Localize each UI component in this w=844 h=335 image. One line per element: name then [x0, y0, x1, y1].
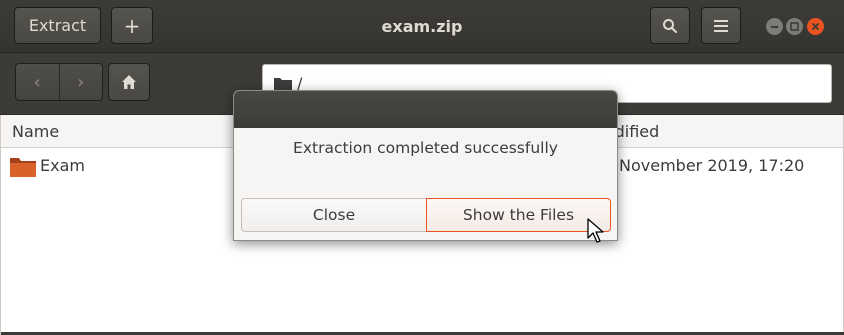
maximize-icon[interactable] — [786, 18, 803, 35]
home-icon — [122, 75, 136, 89]
dialog-titlebar — [234, 91, 617, 128]
show-files-label: Show the Files — [462, 206, 575, 224]
dialog-message: Extraction completed successfully — [293, 139, 558, 157]
header-bar: Extract + exam.zip — [0, 0, 844, 53]
file-modified: November 2019, 17:20 — [619, 156, 805, 175]
mouse-pointer-icon — [587, 218, 604, 243]
search-button[interactable] — [650, 7, 690, 44]
minimize-icon[interactable] — [766, 18, 783, 35]
close-button-label: Close — [312, 206, 356, 224]
back-button[interactable]: ‹ — [16, 64, 60, 100]
search-icon — [663, 18, 678, 33]
back-arrow-icon: ‹ — [33, 71, 41, 93]
home-button[interactable] — [108, 63, 150, 101]
close-window-icon[interactable] — [807, 18, 824, 35]
menu-icon — [714, 19, 728, 32]
plus-icon: + — [123, 13, 141, 38]
extraction-dialog: Extraction completed successfully Close … — [233, 90, 618, 243]
column-name[interactable]: Name — [12, 122, 59, 141]
folder-icon — [10, 158, 36, 177]
forward-arrow-icon: › — [77, 71, 85, 93]
close-button[interactable]: Close — [241, 198, 427, 232]
navigation-buttons: ‹ › — [15, 63, 103, 101]
add-button[interactable]: + — [111, 7, 153, 44]
extract-button[interactable]: Extract — [14, 7, 101, 44]
show-files-button[interactable]: Show the Files — [426, 198, 611, 232]
file-name: Exam — [40, 156, 85, 175]
forward-button[interactable]: › — [60, 64, 103, 100]
menu-button[interactable] — [701, 7, 741, 44]
extract-label: Extract — [28, 16, 87, 35]
